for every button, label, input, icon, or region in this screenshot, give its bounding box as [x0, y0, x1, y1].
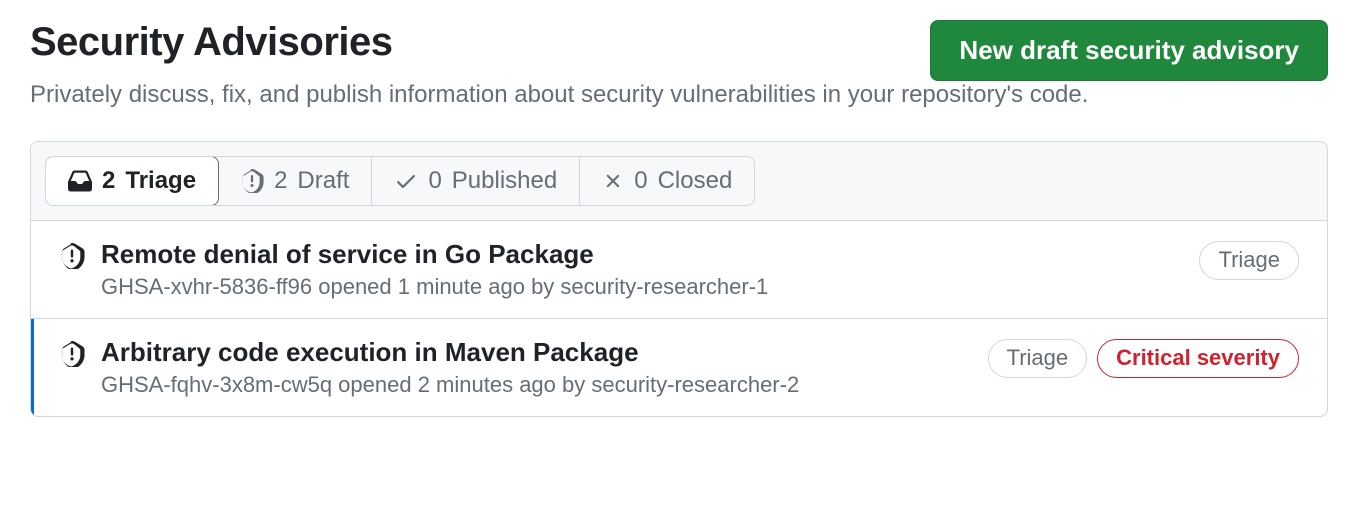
filter-bar: 2 Triage 2 Draft 0 Published 0 Closed	[31, 142, 1327, 221]
filter-published-label: Published	[452, 167, 557, 195]
shield-alert-icon	[59, 243, 85, 274]
advisory-list-box: 2 Triage 2 Draft 0 Published 0 Closed Re…	[30, 141, 1328, 417]
status-label: Triage	[1199, 241, 1299, 280]
new-advisory-button[interactable]: New draft security advisory	[930, 20, 1328, 81]
filter-published[interactable]: 0 Published	[372, 157, 580, 205]
page-title: Security Advisories	[30, 20, 393, 65]
x-icon	[602, 170, 624, 192]
filter-closed-count: 0	[634, 167, 647, 195]
advisory-row[interactable]: Arbitrary code execution in Maven Packag…	[31, 319, 1327, 416]
check-icon	[394, 169, 418, 193]
status-label: Triage	[988, 339, 1088, 378]
severity-label: Critical severity	[1097, 339, 1299, 378]
filter-draft-label: Draft	[297, 167, 349, 195]
filter-draft[interactable]: 2 Draft	[218, 157, 372, 205]
shield-alert-icon	[59, 341, 85, 372]
advisory-body: Remote denial of service in Go Package GH…	[101, 239, 1183, 300]
advisory-meta: GHSA-xvhr-5836-ff96 opened 1 minute ago …	[101, 274, 1183, 300]
advisory-labels: Triage	[1199, 241, 1299, 280]
advisory-row[interactable]: Remote denial of service in Go Package GH…	[31, 221, 1327, 319]
filter-draft-count: 2	[274, 167, 287, 195]
filter-published-count: 0	[428, 167, 441, 195]
shield-icon	[240, 169, 264, 193]
filter-closed-label: Closed	[658, 167, 733, 195]
filter-triage-label: Triage	[125, 167, 196, 195]
page-subtitle: Privately discuss, fix, and publish info…	[30, 81, 1328, 109]
filter-triage-count: 2	[102, 167, 115, 195]
advisory-title[interactable]: Arbitrary code execution in Maven Packag…	[101, 337, 972, 368]
filter-triage[interactable]: 2 Triage	[45, 156, 219, 206]
advisory-labels: TriageCritical severity	[988, 339, 1299, 378]
inbox-icon	[68, 169, 92, 193]
advisory-body: Arbitrary code execution in Maven Packag…	[101, 337, 972, 398]
advisory-title[interactable]: Remote denial of service in Go Package	[101, 239, 1183, 270]
filter-closed[interactable]: 0 Closed	[580, 157, 754, 205]
advisory-meta: GHSA-fqhv-3x8m-cw5q opened 2 minutes ago…	[101, 372, 972, 398]
filter-group: 2 Triage 2 Draft 0 Published 0 Closed	[45, 156, 755, 206]
